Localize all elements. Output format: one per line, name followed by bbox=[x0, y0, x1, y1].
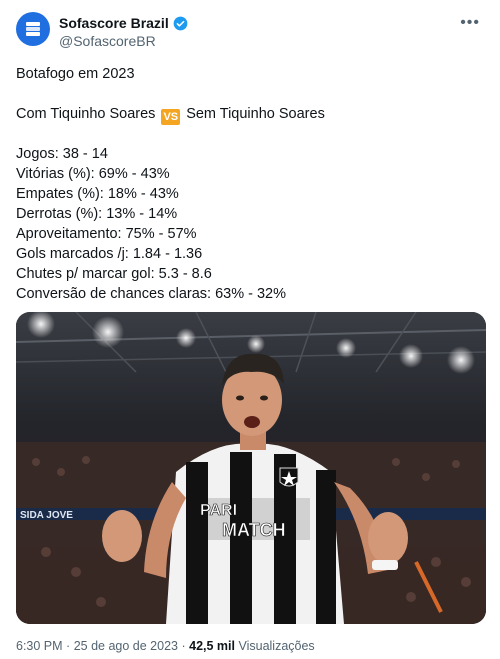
tweet-date[interactable]: 25 de ago de 2023 bbox=[74, 639, 178, 653]
tweet-title: Botafogo em 2023 bbox=[16, 66, 135, 82]
player-celebration-image: SIDA JOVE PARI MATCH bbox=[16, 312, 486, 624]
jersey-sponsor-line2: MATCH bbox=[222, 520, 286, 540]
jersey-sponsor-line1: PARI bbox=[200, 502, 237, 519]
tweet-photo[interactable]: SIDA JOVE PARI MATCH bbox=[16, 312, 486, 624]
vs-right-label: Sem Tiquinho Soares bbox=[186, 106, 325, 122]
stat-line: Empates (%): 18% - 43% bbox=[16, 186, 179, 202]
verified-badge-icon bbox=[173, 16, 188, 30]
vs-line: Com Tiquinho Soares VS Sem Tiquinho Soar… bbox=[16, 104, 486, 125]
more-dots-icon[interactable]: ••• bbox=[460, 14, 480, 32]
avatar[interactable] bbox=[16, 12, 50, 46]
vs-badge: VS bbox=[161, 109, 181, 125]
stat-line: Jogos: 38 - 14 bbox=[16, 146, 108, 162]
stat-line: Aproveitamento: 75% - 57% bbox=[16, 226, 197, 242]
meta-separator: · bbox=[181, 639, 186, 653]
stat-line: Derrotas (%): 13% - 14% bbox=[16, 206, 178, 222]
stat-line: Vitórias (%): 69% - 43% bbox=[16, 166, 170, 182]
sofascore-logo-icon bbox=[26, 22, 40, 36]
vs-left-label: Com Tiquinho Soares bbox=[16, 106, 156, 122]
display-name[interactable]: Sofascore Brazil bbox=[59, 15, 169, 31]
ad-board-text: SIDA JOVE bbox=[20, 510, 73, 521]
stat-line: Gols marcados /j: 1.84 - 1.36 bbox=[16, 246, 203, 262]
stat-line: Chutes p/ marcar gol: 5.3 - 8.6 bbox=[16, 266, 212, 282]
tweet-text: Botafogo em 2023 Com Tiquinho Soares VS … bbox=[16, 64, 486, 304]
tweet-meta: 6:30 PM · 25 de ago de 2023 · 42,5 mil V… bbox=[16, 639, 315, 653]
tweet-header: Sofascore Brazil @SofascoreBR ••• bbox=[16, 12, 484, 52]
views-label: Visualizações bbox=[238, 639, 315, 653]
meta-separator: · bbox=[66, 639, 71, 653]
stat-line: Conversão de chances claras: 63% - 32% bbox=[16, 286, 287, 302]
user-handle[interactable]: @SofascoreBR bbox=[59, 33, 156, 49]
views-count: 42,5 mil bbox=[189, 639, 235, 653]
tweet-time[interactable]: 6:30 PM bbox=[16, 639, 63, 653]
